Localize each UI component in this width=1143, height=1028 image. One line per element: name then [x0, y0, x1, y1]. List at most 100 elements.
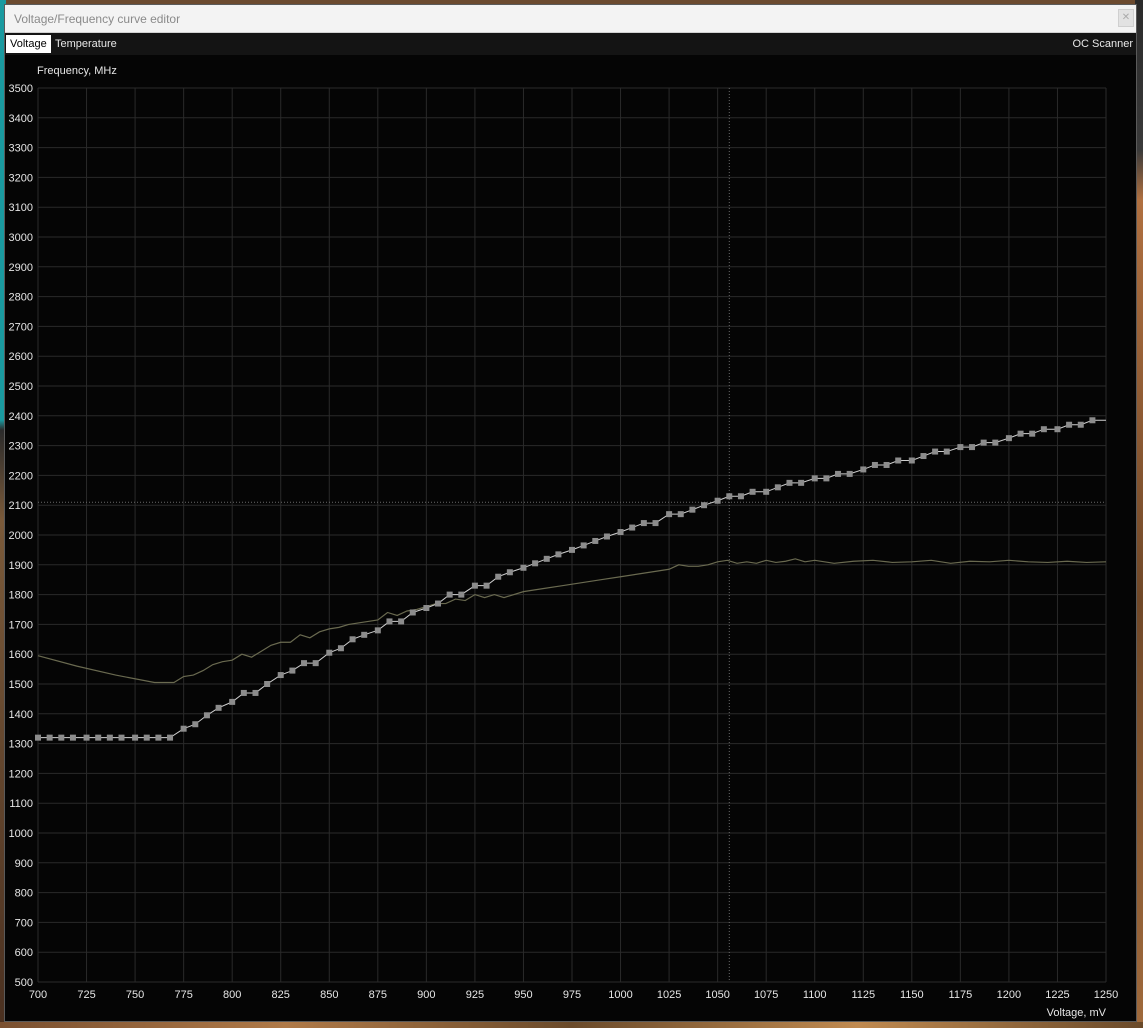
vf-curve-point[interactable] [895, 457, 902, 464]
vf-curve-point[interactable] [629, 524, 636, 531]
vf-curve-point[interactable] [1054, 426, 1061, 433]
close-button[interactable]: ✕ [1118, 9, 1134, 27]
vf-curve-point[interactable] [811, 475, 818, 482]
vf-curve-point[interactable] [1089, 417, 1096, 424]
vf-curve-point[interactable] [555, 551, 562, 558]
vf-curve-point[interactable] [118, 734, 125, 741]
vf-curve-point[interactable] [786, 479, 793, 486]
vf-curve-point[interactable] [374, 627, 381, 634]
vf-curve-point[interactable] [192, 721, 199, 728]
vf-curve-point[interactable] [423, 605, 430, 612]
vf-curve-point[interactable] [543, 555, 550, 562]
vf-curve-point[interactable] [580, 542, 587, 549]
vf-curve-point[interactable] [155, 734, 162, 741]
vf-curve-point[interactable] [763, 488, 770, 495]
vf-curve-point[interactable] [846, 470, 853, 477]
vf-curve-point[interactable] [506, 569, 513, 576]
vf-curve-point[interactable] [106, 734, 113, 741]
vf-curve-point[interactable] [83, 734, 90, 741]
vf-curve-point[interactable] [774, 484, 781, 491]
vf-curve-point[interactable] [289, 667, 296, 674]
vf-curve-point[interactable] [652, 520, 659, 527]
vf-curve-point[interactable] [1005, 435, 1012, 442]
vf-curve-point[interactable] [1029, 430, 1036, 437]
vf-curve-point[interactable] [435, 600, 442, 607]
vf-curve-point[interactable] [58, 734, 65, 741]
vf-curve-point[interactable] [180, 725, 187, 732]
vf-curve-point[interactable] [943, 448, 950, 455]
vf-curve-point[interactable] [337, 645, 344, 652]
vf-curve-point[interactable] [689, 506, 696, 513]
vf-curve-point[interactable] [446, 591, 453, 598]
vf-curve-point[interactable] [398, 618, 405, 625]
vf-curve-point[interactable] [409, 609, 416, 616]
vf-curve-point[interactable] [701, 502, 708, 509]
vf-curve-point[interactable] [35, 734, 41, 741]
tab-voltage[interactable]: Voltage [6, 35, 51, 53]
vf-curve-point[interactable] [483, 582, 490, 589]
vf-curve-point[interactable] [569, 546, 575, 553]
vf-curve-point[interactable] [677, 511, 684, 518]
vf-curve-point[interactable] [215, 704, 222, 711]
vf-curve-point[interactable] [1066, 421, 1073, 428]
x-tick-label: 1200 [997, 989, 1021, 1001]
vf-curve-point[interactable] [603, 533, 610, 540]
vf-curve-point[interactable] [95, 734, 102, 741]
vf-curve-point[interactable] [860, 466, 867, 473]
vf-curve-point[interactable] [264, 681, 271, 687]
vf-curve-point[interactable] [714, 497, 721, 504]
vf-curve-point[interactable] [1040, 426, 1047, 433]
vf-curve-point[interactable] [349, 636, 356, 643]
vf-curve-point[interactable] [835, 470, 842, 477]
vf-curve-point[interactable] [326, 649, 333, 656]
vf-curve-point[interactable] [229, 698, 236, 705]
oc-scanner-button[interactable]: OC Scanner [1070, 35, 1135, 53]
vf-curve-point[interactable] [1017, 430, 1024, 437]
vf-curve-point[interactable] [361, 631, 368, 638]
vf-curve-point[interactable] [932, 448, 939, 455]
vf-curve-point[interactable] [386, 618, 393, 625]
vf-curve-chart[interactable]: 700 725 750 775 800 825 850 875 900 925 950 975 1000… [5, 55, 1136, 1021]
vf-curve-point[interactable] [666, 511, 673, 518]
vf-curve-point[interactable] [520, 564, 527, 571]
vf-curve-chart-area[interactable]: 700 725 750 775 800 825 850 875 900 925 950 975 1000… [5, 55, 1136, 1021]
vf-curve-point[interactable] [277, 672, 284, 679]
vf-curve-point[interactable] [471, 582, 478, 589]
vf-curve-point[interactable] [532, 560, 539, 567]
vf-curve-point[interactable] [640, 520, 647, 527]
vf-curve-point[interactable] [980, 439, 987, 446]
x-tick-label: 975 [563, 989, 581, 1001]
vf-curve-point[interactable] [495, 573, 502, 580]
vf-curve-point[interactable] [920, 453, 927, 460]
vf-curve-point[interactable] [240, 689, 247, 696]
vf-curve-point[interactable] [167, 734, 174, 741]
x-tick-label: 1025 [657, 989, 681, 1001]
vf-curve-point[interactable] [617, 529, 624, 536]
vf-curve-point[interactable] [726, 493, 733, 500]
vf-curve-point[interactable] [969, 444, 976, 451]
vf-curve-point[interactable] [992, 439, 999, 446]
y-tick-label: 1700 [9, 619, 33, 631]
vf-curve-point[interactable] [908, 457, 915, 464]
vf-curve-point[interactable] [69, 734, 76, 741]
vf-curve-point[interactable] [203, 712, 210, 719]
title-bar[interactable]: Voltage/Frequency curve editor ✕ [5, 5, 1136, 33]
vf-curve-point[interactable] [252, 689, 259, 696]
vf-curve-point[interactable] [312, 660, 319, 667]
vf-curve-point[interactable] [143, 734, 150, 741]
vf-curve-point[interactable] [823, 475, 830, 482]
vf-curve-point[interactable] [749, 488, 756, 495]
vf-curve-point[interactable] [301, 660, 308, 667]
vf-curve-point[interactable] [1077, 421, 1084, 428]
vf-curve-point[interactable] [46, 734, 53, 741]
vf-curve-point[interactable] [132, 734, 139, 741]
vf-curve-point[interactable] [458, 591, 465, 598]
tab-temperature[interactable]: Temperature [51, 35, 121, 53]
y-tick-label: 1100 [9, 798, 33, 810]
vf-curve-point[interactable] [737, 493, 744, 500]
vf-curve-point[interactable] [592, 537, 599, 544]
vf-curve-point[interactable] [957, 444, 964, 451]
vf-curve-point[interactable] [798, 479, 805, 486]
vf-curve-point[interactable] [871, 461, 878, 468]
vf-curve-point[interactable] [883, 461, 890, 468]
